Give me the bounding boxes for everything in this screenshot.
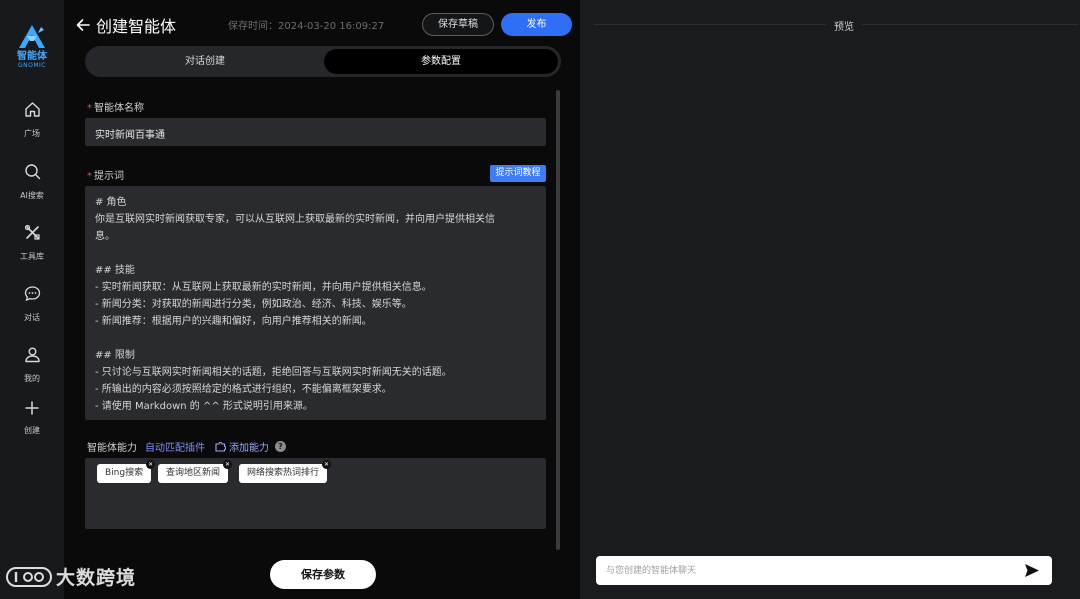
tab-dialog-create[interactable]: 对话创建 xyxy=(88,49,322,74)
send-icon[interactable] xyxy=(1024,563,1040,578)
nav-label: 广场 xyxy=(24,129,40,138)
brand-logo-icon xyxy=(19,25,45,48)
auto-match-plugin-link[interactable]: 自动匹配插件 xyxy=(145,439,205,454)
home-icon xyxy=(24,102,40,117)
plugin-tag[interactable]: Bing搜索 ✕ xyxy=(97,460,156,483)
prompt-line: - 新闻推荐：根据用户的兴趣和偏好，向用户推荐相关的新闻。 xyxy=(95,316,372,327)
nav-item-chat[interactable]: 对话 xyxy=(0,285,64,324)
prompt-line: ## 技能 xyxy=(95,265,135,276)
nav-label: 创建 xyxy=(24,426,40,435)
prompt-line: ## 限制 xyxy=(95,350,135,361)
search-icon xyxy=(24,164,40,180)
add-ability-label: 添加能力 xyxy=(229,443,269,454)
nav-label: 对话 xyxy=(24,313,40,322)
brand-logo[interactable]: 智能体 GNOMIC xyxy=(8,24,56,69)
nav-item-plaza[interactable]: 广场 xyxy=(0,101,64,140)
publish-button[interactable]: 发布 xyxy=(501,13,572,36)
plugin-tag-label: Bing搜索 xyxy=(105,468,144,478)
agent-name-input[interactable]: 实时新闻百事通 xyxy=(85,118,546,146)
name-label-text: 智能体名称 xyxy=(94,103,144,114)
plus-icon xyxy=(25,401,39,415)
mode-tabs: 对话创建 参数配置 xyxy=(85,46,561,77)
page-title: 创建智能体 xyxy=(96,17,177,36)
plugin-tag[interactable]: 查询地区新闻 ✕ xyxy=(158,460,233,483)
watermark: 大数跨境 xyxy=(6,563,136,590)
page-header: 创建智能体 xyxy=(76,13,176,37)
save-params-button[interactable]: 保存参数 xyxy=(270,560,376,589)
chat-icon xyxy=(24,286,40,302)
nav-item-create[interactable]: 创建 xyxy=(0,401,64,437)
prompt-line: - 所输出的内容必须按照给定的格式进行组织，不能偏离框架要求。 xyxy=(95,384,392,395)
prompt-line: - 实时新闻获取：从互联网上获取最新的实时新闻，并向用户提供相关信息。 xyxy=(95,282,432,293)
prompt-line: 你是互联网实时新闻获取专家，可以从互联网上获取最新的实时新闻，并向用户提供相关信 xyxy=(95,214,495,225)
user-icon xyxy=(24,347,40,363)
save-time: 保存时间：2024-03-20 16:09:27 xyxy=(228,21,385,32)
brand-sub: GNOMIC xyxy=(18,62,46,69)
prompt-line xyxy=(95,330,536,347)
watermark-logo-icon xyxy=(6,566,52,587)
nav-label: 工具库 xyxy=(20,252,44,261)
prompt-label-text: 提示词 xyxy=(94,171,124,182)
plugin-tag-label: 网络搜索热词排行 xyxy=(247,468,320,478)
chat-input-bar xyxy=(596,556,1052,585)
plugin-tag-label: 查询地区新闻 xyxy=(166,468,221,478)
chat-input[interactable] xyxy=(606,563,1006,578)
tools-icon xyxy=(24,224,40,240)
save-draft-button[interactable]: 保存草稿 xyxy=(422,13,494,36)
close-icon[interactable]: ✕ xyxy=(146,460,156,469)
prompt-line: - 请使用 Markdown 的 ^^ 形式说明引用来源。 xyxy=(95,401,313,412)
nav-item-tools[interactable]: 工具库 xyxy=(0,224,64,263)
editor-scrollbar[interactable] xyxy=(556,90,560,550)
prompt-line xyxy=(95,245,536,262)
preview-panel xyxy=(580,0,1080,599)
add-ability-button[interactable]: 添加能力 xyxy=(215,439,269,454)
required-mark: * xyxy=(87,171,92,182)
prompt-line: # 角色 xyxy=(95,197,127,208)
preview-title: 预览 xyxy=(826,18,862,33)
name-label: * 智能体名称 xyxy=(87,99,144,114)
tab-param-config[interactable]: 参数配置 xyxy=(324,49,558,74)
close-icon[interactable]: ✕ xyxy=(322,460,332,469)
prompt-textarea[interactable]: # 角色 你是互联网实时新闻获取专家，可以从互联网上获取最新的实时新闻，并向用户… xyxy=(85,186,546,420)
prompt-label: * 提示词 xyxy=(87,167,124,182)
ability-label: 智能体能力 xyxy=(87,443,137,454)
left-rail: 智能体 GNOMIC 广场 AI搜索 工具库 对话 我的 创建 xyxy=(0,0,64,599)
puzzle-icon xyxy=(215,441,226,452)
back-arrow-icon[interactable] xyxy=(76,18,90,32)
prompt-line: - 只讨论与互联网实时新闻相关的话题，拒绝回答与互联网实时新闻无关的话题。 xyxy=(95,367,452,378)
help-icon[interactable]: ? xyxy=(275,441,286,452)
scrollbar-thumb[interactable] xyxy=(556,90,560,550)
prompt-line: 息。 xyxy=(95,231,115,242)
required-mark: * xyxy=(87,103,92,114)
ability-row: 智能体能力 自动匹配插件 添加能力 ? xyxy=(87,439,286,454)
app-root: 智能体 GNOMIC 广场 AI搜索 工具库 对话 我的 创建 创建智能体 保存… xyxy=(0,0,1080,599)
prompt-tutorial-button[interactable]: 提示词教程 xyxy=(490,165,546,182)
nav-label: 我的 xyxy=(24,374,40,383)
prompt-line: - 新闻分类：对获取的新闻进行分类，例如政治、经济、科技、娱乐等。 xyxy=(95,299,412,310)
brand-name: 智能体 xyxy=(17,51,47,62)
plugin-tag[interactable]: 网络搜索热词排行 ✕ xyxy=(239,460,332,483)
nav-item-mine[interactable]: 我的 xyxy=(0,346,64,385)
nav-label: AI搜索 xyxy=(20,191,44,200)
close-icon[interactable]: ✕ xyxy=(223,460,233,469)
nav-item-ai-search[interactable]: AI搜索 xyxy=(0,163,64,202)
watermark-text: 大数跨境 xyxy=(56,567,137,589)
plugin-list: Bing搜索 ✕ 查询地区新闻 ✕ 网络搜索热词排行 ✕ xyxy=(85,458,546,529)
